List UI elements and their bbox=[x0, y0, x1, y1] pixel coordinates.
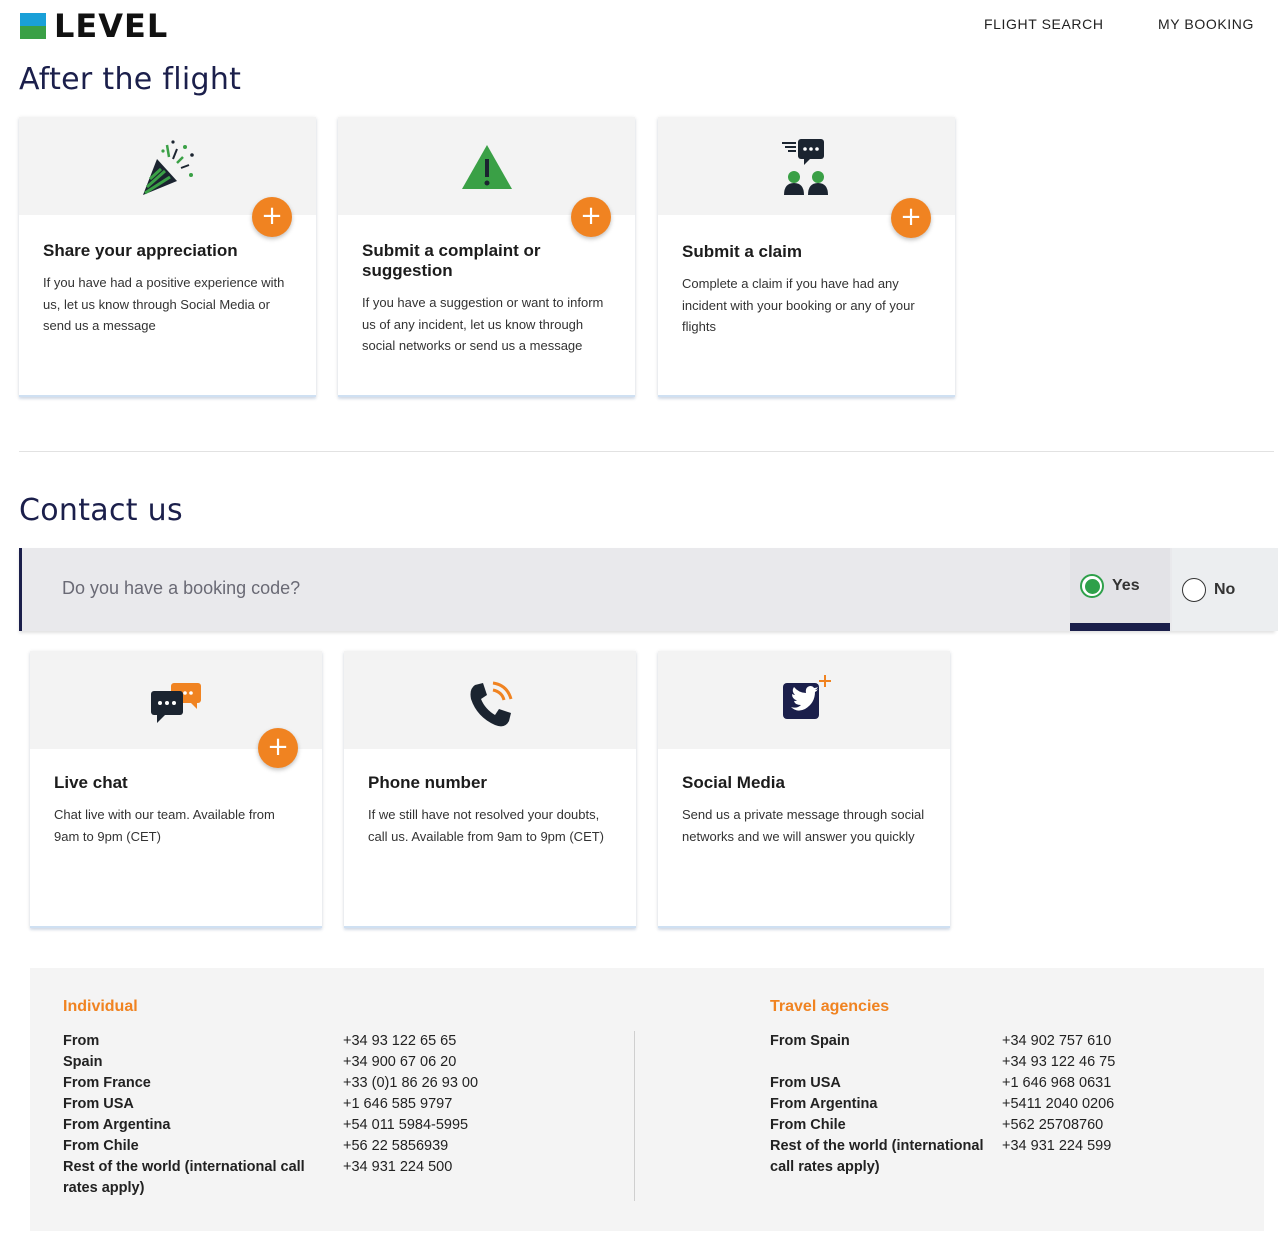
card-live-chat[interactable]: + Live chat Chat live with our team. Ava… bbox=[30, 651, 322, 928]
booking-question-text: Do you have a booking code? bbox=[62, 578, 301, 598]
level-logo-mark-icon bbox=[20, 13, 46, 39]
phone-number[interactable]: +5411 2040 0206 bbox=[1002, 1094, 1114, 1115]
party-popper-icon bbox=[142, 140, 194, 195]
agency-row-rest-of-world: Rest of the world (international call ra… bbox=[770, 1136, 1111, 1180]
card-share-appreciation[interactable]: + Share your appreciation If you have ha… bbox=[19, 117, 316, 397]
place-label: Rest of the world (international call ra… bbox=[770, 1138, 984, 1175]
phone-number[interactable]: +34 93 122 65 65 bbox=[343, 1031, 456, 1052]
phone-number[interactable]: +34 931 224 599 bbox=[1002, 1136, 1111, 1157]
radio-no[interactable] bbox=[1182, 577, 1206, 602]
phone-number[interactable]: +562 25708760 bbox=[1002, 1115, 1103, 1136]
card-title: Phone number bbox=[368, 773, 488, 792]
place-label: From Argentina bbox=[770, 1096, 878, 1112]
card-text: Chat live with our team. Available from … bbox=[54, 807, 275, 844]
contact-title: Contact us bbox=[19, 493, 183, 528]
warning-icon bbox=[461, 145, 512, 189]
place-label: From Chile bbox=[770, 1117, 846, 1133]
individual-heading: Individual bbox=[63, 998, 138, 1015]
radio-yes[interactable] bbox=[1080, 573, 1104, 598]
phone-number[interactable]: +54 011 5984-5995 bbox=[343, 1115, 468, 1136]
phone-number[interactable]: +1 646 968 0631 bbox=[1002, 1073, 1111, 1094]
phone-number[interactable]: +1 646 585 9797 bbox=[343, 1094, 452, 1115]
card-title: Submit a complaint or suggestion bbox=[362, 241, 541, 280]
nav-flight-search[interactable]: FLIGHT SEARCH bbox=[984, 16, 1104, 32]
phone-number[interactable]: +34 902 757 610 bbox=[1002, 1031, 1111, 1052]
level-logo[interactable]: LEVEL bbox=[20, 10, 168, 42]
booking-code-no-option[interactable]: No bbox=[1172, 548, 1278, 631]
phone-numbers-panel: Individual From Spain +34 93 122 65 65 +… bbox=[30, 968, 1264, 1231]
expand-claim-button[interactable]: + bbox=[891, 198, 931, 238]
nav-my-booking[interactable]: MY BOOKING bbox=[1158, 16, 1254, 32]
phone-number[interactable]: +33 (0)1 86 26 93 00 bbox=[343, 1073, 478, 1094]
place-label: From USA bbox=[63, 1096, 134, 1112]
place-label: From Spain bbox=[770, 1033, 850, 1049]
place-label: From USA bbox=[770, 1075, 841, 1091]
phone-number[interactable]: +56 22 5856939 bbox=[343, 1136, 448, 1157]
people-chat-icon bbox=[781, 139, 828, 195]
phone-icon bbox=[470, 681, 513, 727]
card-title: Live chat bbox=[54, 773, 128, 792]
place-label: From Chile bbox=[63, 1138, 139, 1154]
booking-code-yes-option[interactable]: Yes bbox=[1070, 548, 1170, 631]
card-text: Complete a claim if you have had any inc… bbox=[682, 276, 915, 334]
card-title: Social Media bbox=[682, 773, 785, 792]
card-title: Submit a claim bbox=[682, 242, 802, 261]
no-label: No bbox=[1214, 580, 1236, 598]
card-text: If we still have not resolved your doubt… bbox=[368, 807, 605, 844]
card-text: If you have a suggestion or want to info… bbox=[362, 295, 604, 353]
phone-number[interactable]: +34 93 122 46 75 bbox=[1002, 1052, 1115, 1073]
expand-appreciation-button[interactable]: + bbox=[252, 197, 292, 237]
phone-number[interactable]: +34 900 67 06 20 bbox=[343, 1052, 456, 1073]
card-phone-number[interactable]: Phone number If we still have not resolv… bbox=[344, 651, 636, 928]
logo-text: LEVEL bbox=[54, 7, 169, 45]
card-social-media[interactable]: Social Media Send us a private message t… bbox=[658, 651, 950, 928]
travel-agencies-heading: Travel agencies bbox=[770, 998, 890, 1015]
place-label: Rest of the world (international call ra… bbox=[63, 1159, 305, 1196]
after-flight-title: After the flight bbox=[19, 62, 242, 97]
expand-live-chat-button[interactable]: + bbox=[258, 728, 298, 768]
place-label: From Argentina bbox=[63, 1117, 171, 1133]
card-text: If you have had a positive experience wi… bbox=[43, 275, 285, 333]
column-divider bbox=[634, 1031, 635, 1201]
card-text: Send us a private message through social… bbox=[682, 807, 925, 844]
expand-complaint-button[interactable]: + bbox=[571, 197, 611, 237]
card-submit-claim[interactable]: + Submit a claim Complete a claim if you… bbox=[658, 117, 955, 397]
yes-label: Yes bbox=[1112, 576, 1140, 594]
section-divider bbox=[19, 451, 1274, 452]
individual-row-rest-of-world: Rest of the world (international call ra… bbox=[63, 1157, 452, 1201]
chat-bubbles-icon bbox=[151, 683, 201, 723]
header: LEVEL FLIGHT SEARCH MY BOOKING bbox=[0, 0, 1280, 52]
card-title: Share your appreciation bbox=[43, 241, 238, 260]
phone-number[interactable]: +34 931 224 500 bbox=[343, 1157, 452, 1178]
place-label: From France bbox=[63, 1075, 151, 1091]
card-complaint-suggestion[interactable]: + Submit a complaint or suggestion If yo… bbox=[338, 117, 635, 397]
twitter-icon bbox=[783, 675, 831, 719]
booking-code-question: Do you have a booking code? Yes No bbox=[19, 548, 1278, 631]
place-label: From Spain bbox=[63, 1033, 103, 1070]
